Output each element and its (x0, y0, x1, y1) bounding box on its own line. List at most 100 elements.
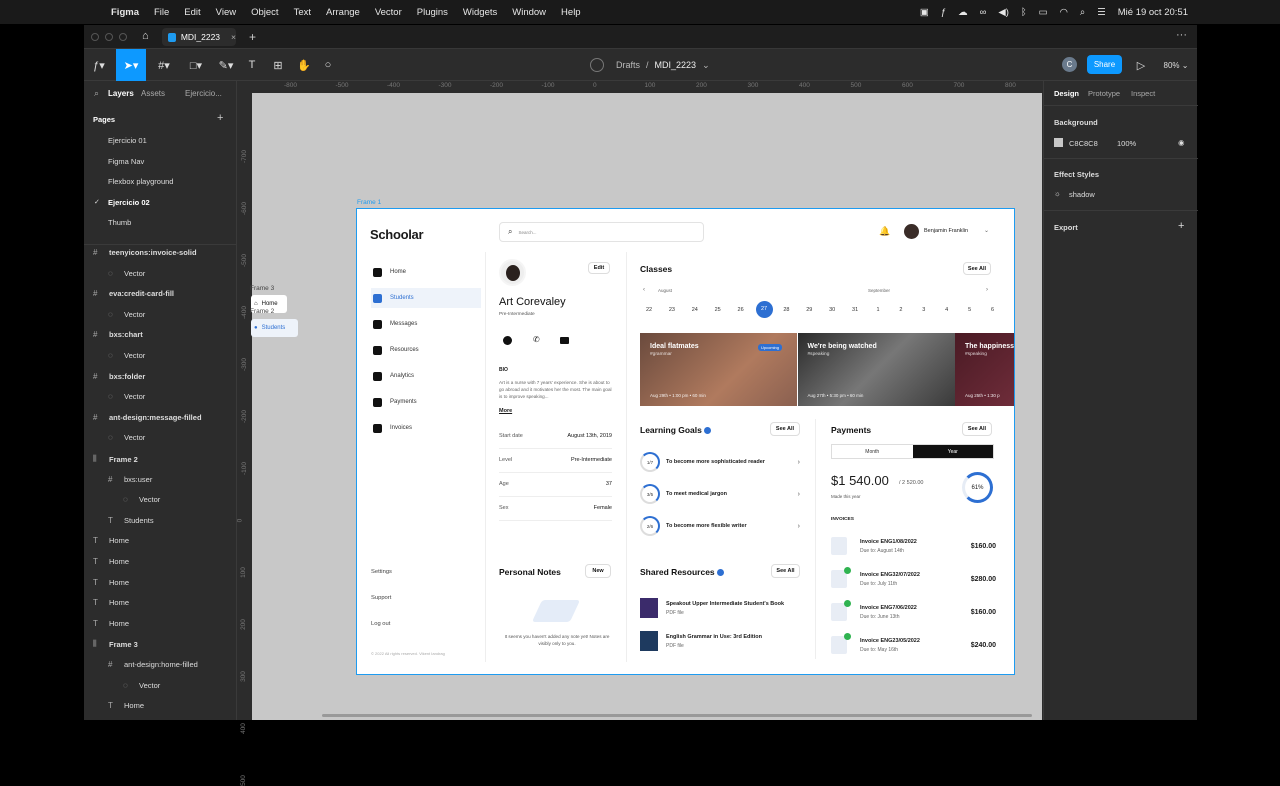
layer-row[interactable]: # bxs:user (108, 475, 152, 484)
more-icon[interactable]: ··· (1176, 29, 1187, 41)
breadcrumb-drafts[interactable]: Drafts (616, 60, 640, 70)
layer-row[interactable]: T Home (93, 557, 129, 566)
search-input[interactable]: ⌕ Search... (499, 222, 704, 242)
menu-view[interactable]: View (216, 7, 236, 18)
sidebar-item-analytics[interactable]: Analytics (371, 366, 481, 386)
menu-vector[interactable]: Vector (375, 7, 402, 18)
invoice-row[interactable]: Invoice ENG32/07/2022 Due to: July 11th $2… (831, 567, 996, 591)
battery-icon[interactable]: ▭ (1039, 7, 1048, 18)
wifi-icon[interactable]: ◠ (1060, 7, 1068, 18)
tab-prototype[interactable]: Prototype (1088, 89, 1120, 98)
date-item[interactable]: 26 (733, 307, 749, 313)
pen-tool-icon[interactable]: ✎▾ (212, 49, 240, 81)
present-icon[interactable]: ▷ (1132, 49, 1150, 81)
home-icon[interactable]: ⌂ (142, 30, 149, 42)
text-tool-icon[interactable]: T (242, 49, 262, 81)
chevron-down-icon[interactable]: ⌄ (984, 227, 989, 234)
shape-tool-icon[interactable]: □▾ (182, 49, 210, 81)
sidebar-item-settings[interactable]: Settings (371, 569, 392, 575)
breadcrumb-file[interactable]: MDI_2223 (655, 60, 697, 70)
eye-icon[interactable]: ◉ (1178, 138, 1185, 147)
date-item[interactable]: 4 (939, 307, 955, 313)
menu-help[interactable]: Help (561, 7, 581, 18)
effect-shadow[interactable]: shadow (1069, 190, 1095, 199)
date-item[interactable]: 5 (962, 307, 978, 313)
toggle-month[interactable]: Month (832, 445, 913, 458)
date-item[interactable]: 27 (755, 301, 773, 318)
layer-row[interactable]: # teenyicons:invoice-solid (93, 248, 197, 257)
tab-design[interactable]: Design (1054, 89, 1079, 98)
date-item[interactable]: 31 (847, 307, 863, 313)
date-item[interactable]: 3 (916, 307, 932, 313)
share-button[interactable]: Share (1087, 55, 1122, 74)
class-card[interactable]: The happiness #speaking Aug 25th • 1:30 p (955, 333, 1014, 406)
page-item[interactable]: Thumb (108, 218, 131, 227)
screen-record-icon[interactable]: ▣ (920, 7, 929, 18)
layer-row[interactable]: ◌ Vector (108, 351, 145, 360)
control-center-icon[interactable]: ☰ (1097, 7, 1106, 18)
main-menu-icon[interactable]: ƒ▾ (86, 49, 112, 81)
avatar[interactable]: C (1062, 57, 1077, 72)
menu-plugins[interactable]: Plugins (417, 7, 448, 18)
frame-label[interactable]: Frame 1 (357, 199, 381, 206)
background-swatch[interactable] (1054, 138, 1063, 147)
avatar[interactable] (904, 224, 919, 239)
date-item[interactable]: 2 (893, 307, 909, 313)
chevron-right-icon[interactable]: › (798, 459, 800, 466)
move-tool-icon[interactable]: ➤▾ (116, 49, 146, 81)
toggle-year[interactable]: Year (912, 445, 993, 458)
search-icon[interactable]: ⌕ (1080, 7, 1085, 18)
figma-status-icon[interactable]: ƒ (941, 7, 946, 18)
date-item[interactable]: 23 (664, 307, 680, 313)
bell-icon[interactable]: 🔔 (879, 226, 890, 237)
date-item[interactable]: 29 (801, 307, 817, 313)
chevron-right-icon[interactable]: › (798, 491, 800, 498)
new-note-button[interactable]: New (585, 564, 611, 578)
tab-inspect[interactable]: Inspect (1131, 89, 1155, 98)
layer-row[interactable]: T Students (108, 516, 154, 525)
background-opacity[interactable]: 100% (1117, 139, 1136, 148)
menu-window[interactable]: Window (512, 7, 546, 18)
menu-arrange[interactable]: Arrange (326, 7, 360, 18)
resources-icon[interactable]: ⊞ (268, 49, 288, 81)
zoom-window-icon[interactable] (119, 33, 127, 41)
tab-assets[interactable]: Assets (141, 89, 165, 98)
tab-mdi-2223[interactable]: MDI_2223 × (162, 28, 236, 46)
menu-edit[interactable]: Edit (184, 7, 200, 18)
sidebar-item-payments[interactable]: Payments (371, 392, 481, 412)
volume-icon[interactable]: ◀) (998, 7, 1008, 18)
glasses-icon[interactable]: ∞ (980, 7, 987, 18)
resources-see-all-button[interactable]: See All (771, 564, 800, 578)
date-item[interactable]: 25 (710, 307, 726, 313)
background-hex[interactable]: C8C8C8 (1069, 139, 1098, 148)
layer-row[interactable]: ◌ Vector (108, 269, 145, 278)
phone-icon[interactable]: ✆ (533, 335, 540, 344)
chevron-down-icon[interactable]: ⌄ (702, 60, 710, 71)
layer-row[interactable]: # bxs:folder (93, 372, 145, 381)
class-card[interactable]: Ideal flatmates #grammar Aug 29th • 1:00 p… (640, 333, 797, 406)
menubar-clock[interactable]: Mié 19 oct 20:51 (1118, 7, 1188, 18)
layer-row[interactable]: T Home (93, 536, 129, 545)
chevron-right-icon[interactable]: › (986, 287, 988, 293)
goal-item[interactable]: 2/6 To become more flexible writer › (640, 516, 800, 536)
sidebar-item-home[interactable]: Home (371, 262, 481, 282)
sidebar-item-invoices[interactable]: Invoices (371, 418, 481, 438)
tab-page-selector[interactable]: Ejercicio... (185, 89, 222, 98)
menu-text[interactable]: Text (294, 7, 311, 18)
resource-item[interactable]: Speakout Upper Intermediate Student's Bo… (640, 598, 784, 618)
info-icon[interactable] (717, 569, 725, 577)
goal-item[interactable]: 1/7 To become more sophisticated reader › (640, 452, 800, 472)
menu-widgets[interactable]: Widgets (463, 7, 497, 18)
class-card[interactable]: We're being watched #speaking Aug 27th • 5… (797, 333, 955, 406)
layer-row[interactable]: ◌ Vector (108, 433, 145, 442)
user-name[interactable]: Benjamin Franklin (924, 228, 968, 234)
page-item[interactable]: Ejercicio 02 (108, 198, 150, 207)
tab-layers[interactable]: Layers (108, 89, 134, 98)
sidebar-item-support[interactable]: Support (371, 595, 391, 601)
close-window-icon[interactable] (91, 33, 99, 41)
edit-button[interactable]: Edit (588, 262, 610, 274)
menu-app-name[interactable]: Figma (111, 7, 139, 18)
cloud-icon[interactable]: ☁ (958, 7, 968, 18)
close-tab-icon[interactable]: × (231, 32, 236, 42)
date-item[interactable]: 24 (687, 307, 703, 313)
